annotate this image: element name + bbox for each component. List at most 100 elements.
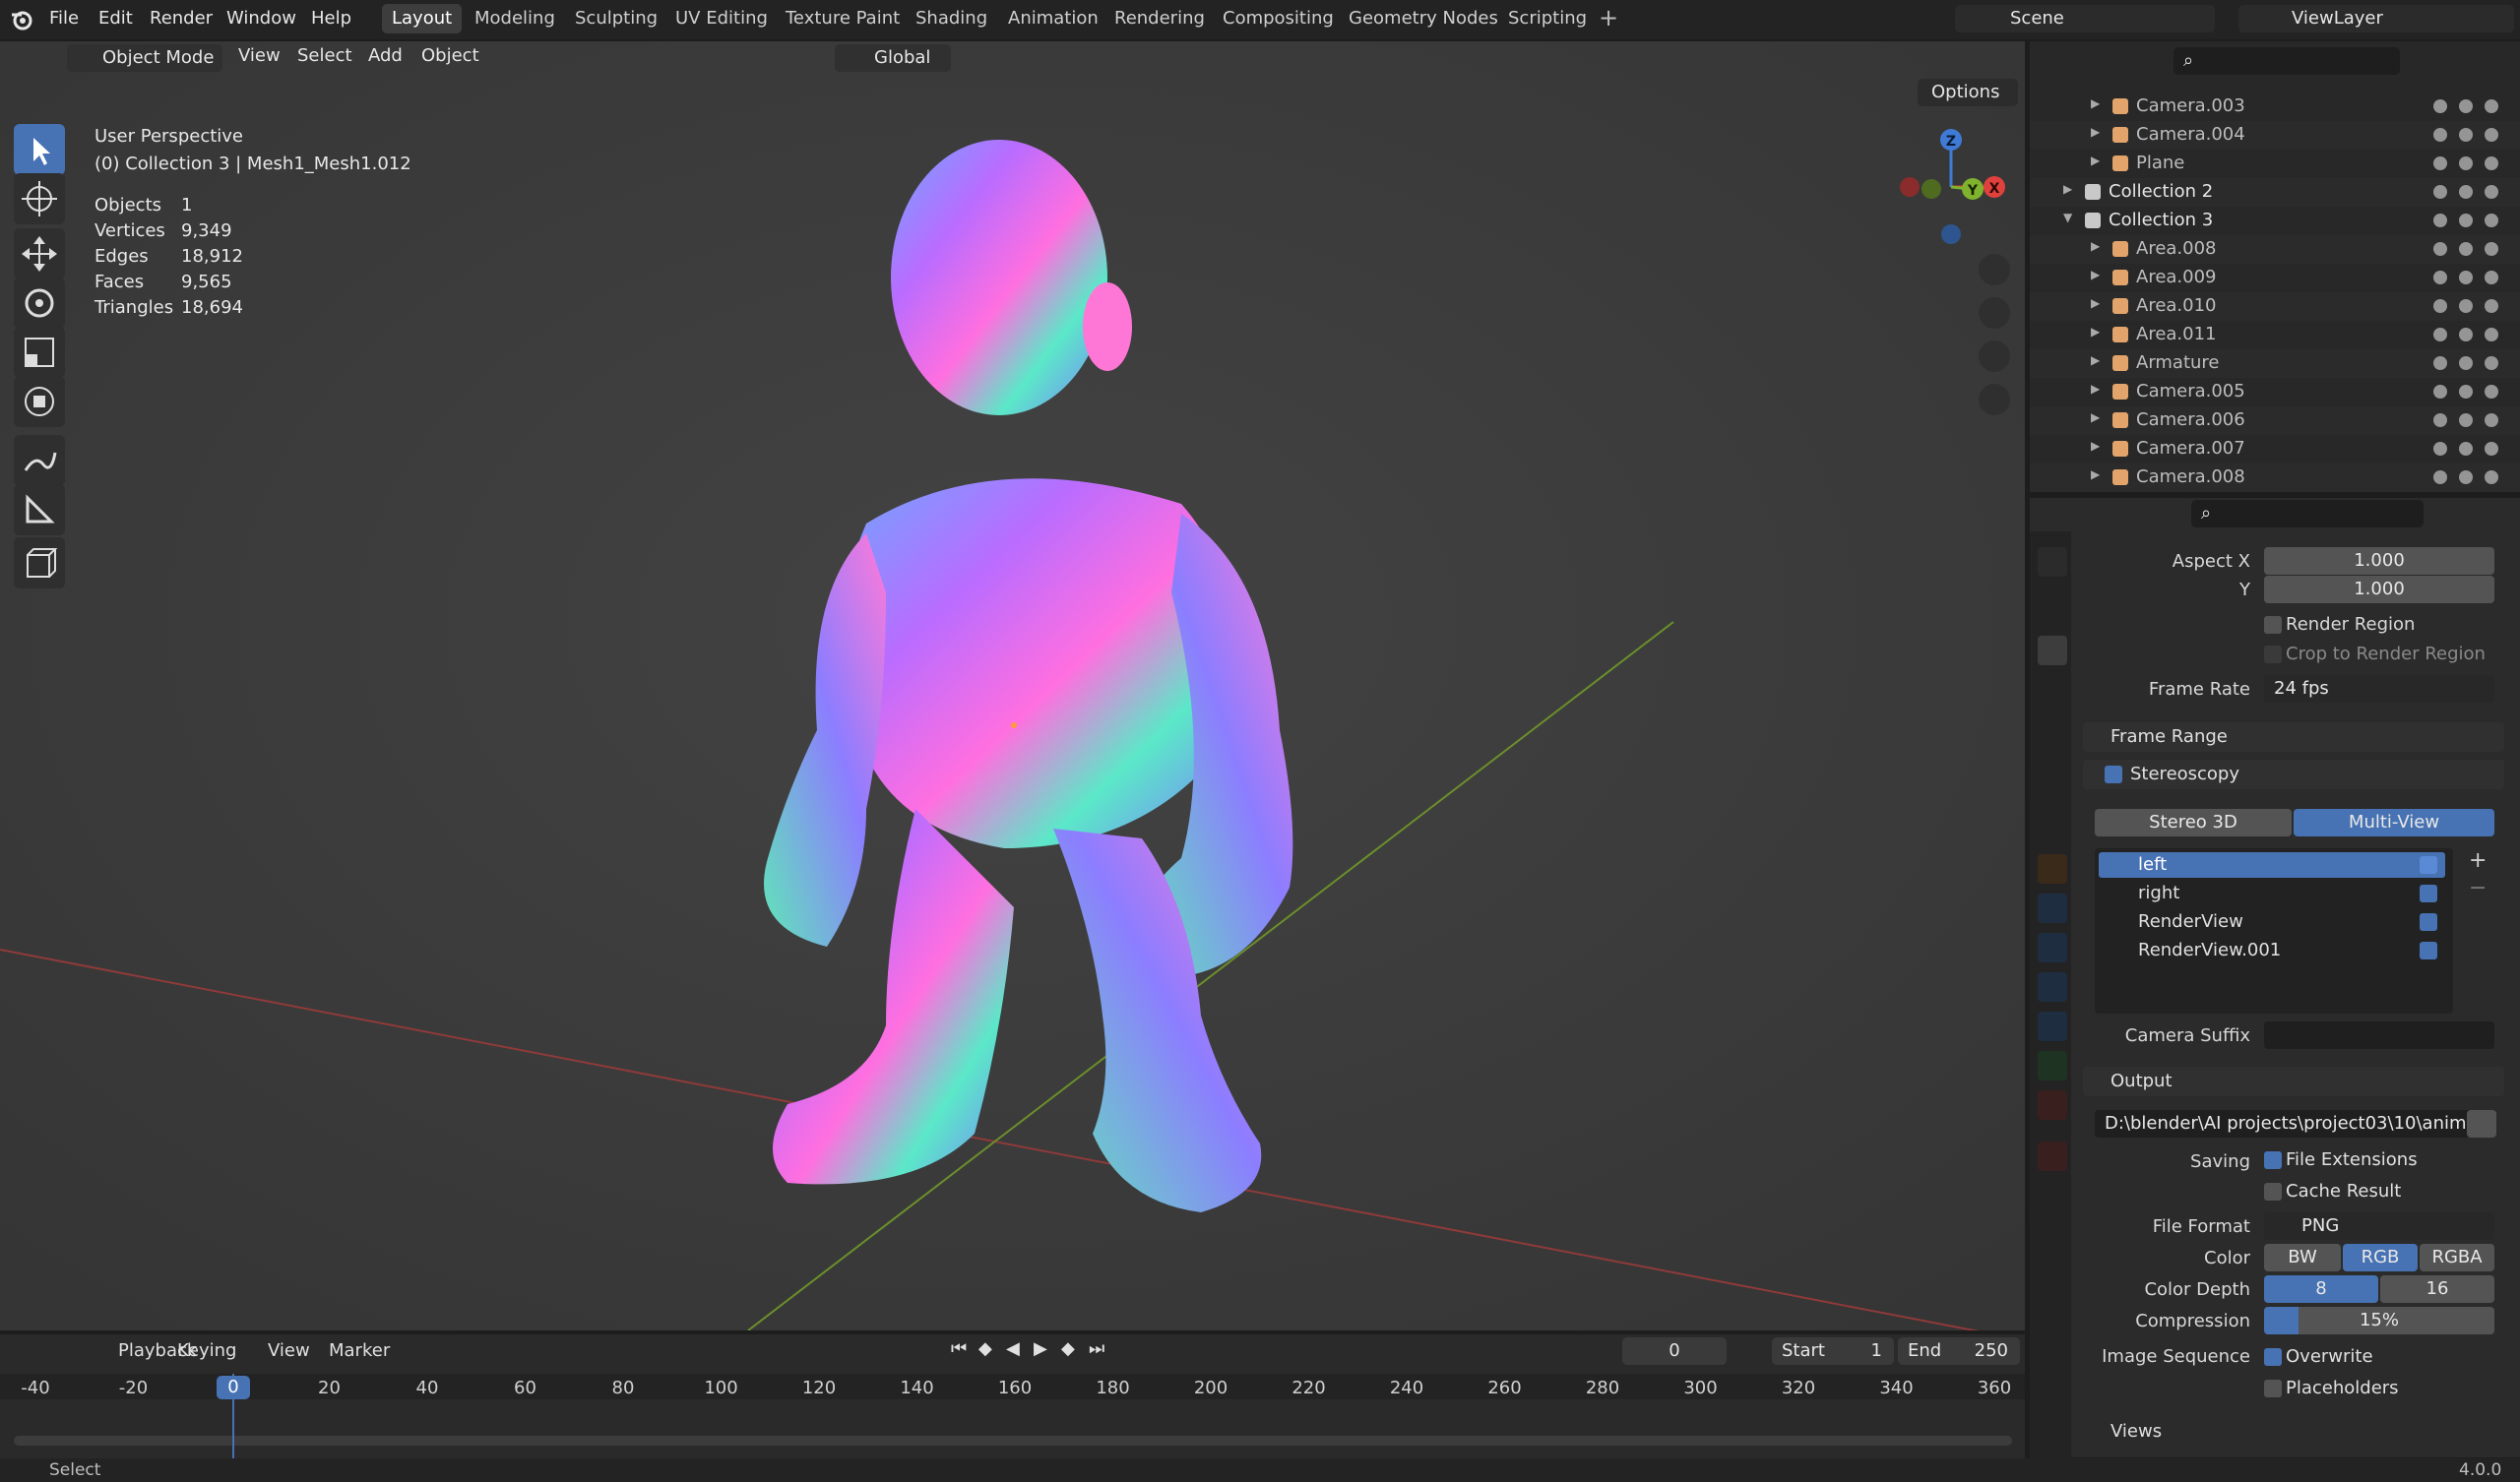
add-cube-tool[interactable] [14, 537, 65, 588]
eye-icon[interactable] [2459, 156, 2473, 170]
menu-add[interactable]: Add [368, 45, 403, 66]
camera-render-icon[interactable] [2485, 271, 2498, 284]
outliner-row[interactable]: ▶ Camera.005 [2030, 378, 2520, 406]
expand-toggle-icon[interactable]: ▶ [2091, 439, 2100, 453]
end-frame-input[interactable]: End 250 [1898, 1337, 2020, 1365]
scene-selector[interactable]: Scene [1955, 5, 2215, 32]
select-arrow-icon[interactable] [2433, 442, 2447, 456]
expand-toggle-icon[interactable]: ▶ [2091, 467, 2100, 481]
tab-modeling[interactable]: Modeling [465, 4, 565, 33]
outliner-row[interactable]: ▶ Area.011 [2030, 321, 2520, 349]
tab-geometry-nodes[interactable]: Geometry Nodes [1339, 4, 1508, 33]
menu-object[interactable]: Object [421, 45, 479, 66]
menu-edit[interactable]: Edit [98, 8, 133, 29]
eye-icon[interactable] [2459, 385, 2473, 399]
annotate-tool[interactable] [14, 435, 65, 486]
file-format-dropdown[interactable]: PNG [2264, 1212, 2494, 1240]
play-icon[interactable]: ▶ [1034, 1338, 1047, 1359]
hand-pan-icon[interactable] [1979, 297, 2010, 329]
orientation-selector[interactable]: Global [835, 44, 951, 72]
select-arrow-icon[interactable] [2433, 128, 2447, 142]
menu-render[interactable]: Render [150, 8, 213, 29]
data-tab-icon[interactable] [2038, 1051, 2067, 1081]
select-arrow-icon[interactable] [2433, 271, 2447, 284]
view-enabled-checkbox[interactable] [2420, 856, 2437, 874]
camera-render-icon[interactable] [2485, 470, 2498, 484]
outliner-row[interactable]: ▶ Camera.008 [2030, 463, 2520, 492]
next-key-icon[interactable]: ◆ [1061, 1338, 1075, 1359]
select-arrow-icon[interactable] [2433, 185, 2447, 199]
eye-icon[interactable] [2459, 214, 2473, 227]
select-arrow-icon[interactable] [2433, 214, 2447, 227]
mode-selector[interactable]: Object Mode [67, 44, 222, 72]
cache-result-checkbox[interactable] [2264, 1183, 2282, 1201]
expand-toggle-icon[interactable]: ▶ [2091, 268, 2100, 281]
camera-render-icon[interactable] [2485, 413, 2498, 427]
scene-tab-icon[interactable] [2038, 714, 2067, 744]
expand-toggle-icon[interactable]: ▶ [2063, 182, 2072, 196]
outliner-row[interactable]: ▶ Area.010 [2030, 292, 2520, 321]
particles-tab-icon[interactable] [2038, 933, 2067, 962]
camera-render-icon[interactable] [2485, 385, 2498, 399]
material-tab-icon[interactable] [2038, 1090, 2067, 1120]
texture-tab-icon[interactable] [2038, 1142, 2067, 1171]
tab-sculpting[interactable]: Sculpting [565, 4, 667, 33]
overwrite-checkbox[interactable] [2264, 1348, 2282, 1366]
expand-toggle-icon[interactable]: ▶ [2091, 353, 2100, 367]
outliner-row[interactable]: ▶ Camera.007 [2030, 435, 2520, 463]
expand-toggle-icon[interactable]: ▶ [2091, 96, 2100, 110]
camera-render-icon[interactable] [2485, 214, 2498, 227]
placeholders-checkbox[interactable] [2264, 1380, 2282, 1397]
options-dropdown[interactable]: Options [1918, 79, 2018, 106]
output-tab-icon[interactable] [2038, 636, 2067, 665]
tab-animation[interactable]: Animation [998, 4, 1108, 33]
outliner-search-input[interactable]: ⌕ [2174, 47, 2400, 75]
select-arrow-icon[interactable] [2433, 299, 2447, 313]
view-layer-selector[interactable]: ViewLayer [2238, 5, 2514, 32]
menu-timeline-view[interactable]: View [268, 1340, 310, 1361]
camera-render-icon[interactable] [2485, 242, 2498, 256]
view-row-renderview-001[interactable]: RenderView.001 [2099, 938, 2445, 963]
stereoscopy-checkbox[interactable] [2105, 766, 2122, 783]
eye-icon[interactable] [2459, 442, 2473, 456]
add-workspace-button[interactable]: + [1599, 4, 1618, 31]
prev-key-icon[interactable]: ◆ [978, 1338, 992, 1359]
stereoscopy-panel[interactable]: Stereoscopy [2083, 760, 2504, 789]
collection-tab-icon[interactable] [2038, 805, 2067, 834]
camera-render-icon[interactable] [2485, 299, 2498, 313]
frame-rate-dropdown[interactable]: 24 fps [2264, 675, 2494, 703]
constraints-tab-icon[interactable] [2038, 1012, 2067, 1041]
expand-toggle-icon[interactable]: ▶ [2091, 410, 2100, 424]
select-arrow-icon[interactable] [2433, 470, 2447, 484]
output-panel[interactable]: Output [2083, 1067, 2504, 1096]
views-panel-title[interactable]: Views [2110, 1421, 2162, 1442]
tab-layout[interactable]: Layout [382, 4, 463, 33]
view-enabled-checkbox[interactable] [2420, 942, 2437, 959]
menu-window[interactable]: Window [226, 8, 296, 29]
color-depth-16-button[interactable]: 16 [2380, 1275, 2494, 1303]
camera-render-icon[interactable] [2485, 156, 2498, 170]
menu-file[interactable]: File [49, 8, 79, 29]
tab-rendering[interactable]: Rendering [1104, 4, 1215, 33]
eye-icon[interactable] [2459, 128, 2473, 142]
select-arrow-icon[interactable] [2433, 413, 2447, 427]
select-arrow-icon[interactable] [2433, 356, 2447, 370]
view-enabled-checkbox[interactable] [2420, 885, 2437, 902]
timeline-track-area[interactable] [0, 1399, 2025, 1458]
menu-marker[interactable]: Marker [329, 1340, 390, 1361]
tab-compositing[interactable]: Compositing [1213, 4, 1344, 33]
menu-view[interactable]: View [238, 45, 281, 66]
view-layer-tab-icon[interactable] [2038, 675, 2067, 705]
remove-view-button[interactable]: − [2469, 876, 2487, 900]
camera-render-icon[interactable] [2485, 185, 2498, 199]
timeline-scrollbar[interactable] [14, 1436, 2012, 1446]
folder-icon[interactable] [2467, 1110, 2496, 1138]
view-enabled-checkbox[interactable] [2420, 913, 2437, 931]
transform-tool[interactable] [14, 376, 65, 427]
select-arrow-icon[interactable] [2433, 385, 2447, 399]
3d-viewport[interactable]: Z X Y [0, 41, 2025, 1330]
render-region-checkbox[interactable] [2264, 616, 2282, 634]
eye-icon[interactable] [2459, 470, 2473, 484]
select-arrow-icon[interactable] [2433, 99, 2447, 113]
start-frame-input[interactable]: Start 1 [1772, 1337, 1894, 1365]
